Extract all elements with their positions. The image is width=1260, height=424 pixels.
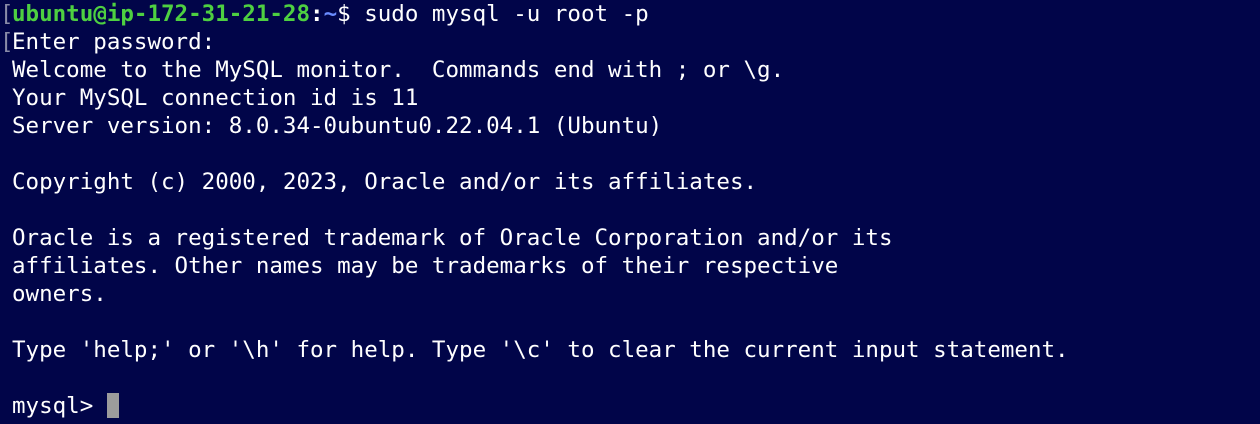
password-line: Enter password: [12,29,216,55]
server-version-line: Server version: 8.0.34-0ubuntu0.22.04.1 … [12,113,663,139]
trademark-line-1: Oracle is a registered trademark of Orac… [12,225,893,251]
help-line: Type 'help;' or '\h' for help. Type '\c'… [12,337,1069,363]
trademark-line-3: owners. [12,281,107,307]
line-marker: [ [0,1,14,27]
prompt-symbol: $ [337,1,365,27]
terminal-window[interactable]: [ ubuntu@ip-172-31-21-28:~$ sudo mysql -… [0,0,1260,424]
copyright-line: Copyright (c) 2000, 2023, Oracle and/or … [12,169,758,195]
welcome-line: Welcome to the MySQL monitor. Commands e… [12,57,785,83]
prompt-path: ~ [323,1,338,27]
text-cursor[interactable] [106,393,119,418]
mysql-prompt-line[interactable]: mysql> [12,392,119,420]
shell-prompt-line: ubuntu@ip-172-31-21-28:~$ sudo mysql -u … [12,0,649,28]
line-marker: [ [0,29,14,55]
connection-id-line: Your MySQL connection id is 11 [12,85,419,111]
mysql-prompt: mysql> [12,393,107,419]
prompt-separator: : [310,1,324,27]
prompt-user-host: ubuntu@ip-172-31-21-28 [12,1,311,27]
trademark-line-2: affiliates. Other names may be trademark… [12,253,839,279]
shell-command: sudo mysql -u root -p [364,1,649,27]
